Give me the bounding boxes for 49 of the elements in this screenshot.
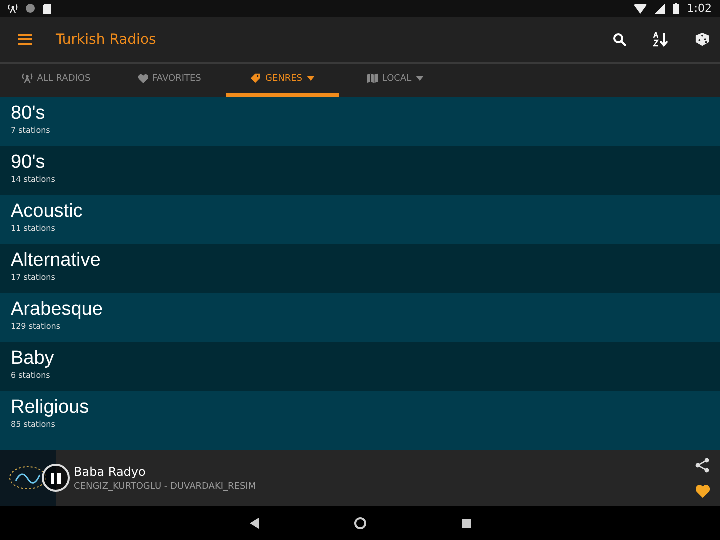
genre-name: 90's bbox=[11, 151, 46, 175]
share-icon[interactable] bbox=[695, 458, 710, 473]
sd-card-icon bbox=[43, 4, 51, 14]
battery-icon bbox=[673, 3, 680, 14]
pause-button[interactable] bbox=[42, 464, 70, 492]
genre-name: Acoustic bbox=[11, 200, 84, 224]
genre-name: Baby bbox=[11, 347, 56, 371]
recents-icon[interactable] bbox=[462, 518, 470, 528]
heart-icon bbox=[138, 74, 149, 84]
search-icon[interactable] bbox=[613, 32, 627, 46]
dice-icon[interactable] bbox=[695, 32, 710, 47]
genre-name: Arabesque bbox=[11, 298, 104, 322]
genre-name: Alternative bbox=[11, 249, 102, 273]
back-icon[interactable] bbox=[250, 518, 258, 528]
genre-name: Religious bbox=[11, 396, 90, 420]
station-logo bbox=[0, 450, 56, 506]
station-name: Baba Radyo bbox=[74, 464, 147, 478]
tab[interactable]: LOCAL bbox=[339, 64, 452, 97]
clock-time: 1:02 bbox=[687, 2, 712, 15]
track-title: CENGIZ_KURTOGLU - DUVARDAKI_RESIM bbox=[74, 482, 258, 492]
station-count: 85 stations bbox=[11, 420, 56, 429]
genre-list-item[interactable]: Religious 85 stations bbox=[0, 391, 720, 440]
map-icon bbox=[367, 73, 378, 84]
genre-name: 80's bbox=[11, 102, 46, 126]
antenna-icon bbox=[22, 73, 34, 84]
dropdown-icon bbox=[306, 76, 315, 81]
genre-list-item[interactable]: Arabesque 129 stations bbox=[0, 293, 720, 342]
station-count: 6 stations bbox=[11, 371, 52, 380]
signal-icon bbox=[655, 4, 666, 14]
app-title: Turkish Radios bbox=[56, 32, 158, 48]
tab[interactable]: FAVORITES bbox=[113, 64, 226, 97]
genre-list-item[interactable]: Acoustic 11 stations bbox=[0, 195, 720, 244]
station-count: 7 stations bbox=[11, 126, 52, 135]
pause-icon bbox=[51, 472, 61, 484]
sort-icon[interactable] bbox=[653, 32, 669, 47]
home-icon[interactable] bbox=[354, 516, 366, 530]
wifi-icon bbox=[634, 4, 648, 14]
station-count: 14 stations bbox=[11, 175, 56, 184]
dropdown-icon bbox=[416, 76, 424, 81]
circle-icon bbox=[26, 4, 35, 13]
tag-icon bbox=[250, 73, 262, 84]
station-count: 17 stations bbox=[11, 273, 56, 282]
genre-list-item[interactable]: 80's 7 stations bbox=[0, 97, 720, 146]
tab[interactable]: ALL RADIOS bbox=[0, 64, 113, 97]
antenna-icon bbox=[8, 4, 18, 14]
station-count: 11 stations bbox=[11, 224, 56, 233]
menu-icon[interactable] bbox=[18, 34, 32, 45]
station-count: 129 stations bbox=[11, 322, 62, 331]
heart-icon[interactable] bbox=[696, 485, 710, 498]
